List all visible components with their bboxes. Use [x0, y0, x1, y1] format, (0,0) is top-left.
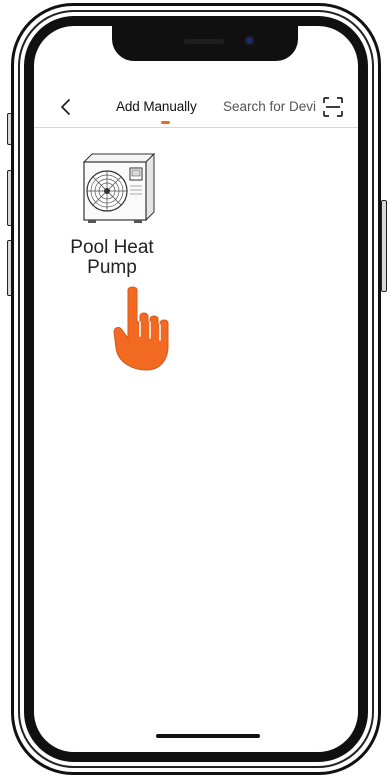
notch: [112, 26, 298, 61]
back-button[interactable]: [56, 97, 76, 117]
speaker-grille: [184, 39, 224, 44]
device-label: Pool Heat Pump: [70, 237, 154, 278]
phone-mockup: Add Manually Search for Devi Pool Heat P…: [0, 0, 390, 782]
device-item-pool-heat-pump[interactable]: Pool Heat Pump: [58, 148, 168, 298]
app-screen: Add Manually Search for Devi Pool Heat P…: [34, 26, 358, 752]
tab-search-for-devices[interactable]: Search for Devi: [223, 99, 327, 114]
power-button: [381, 200, 387, 292]
scan-button[interactable]: [322, 96, 344, 118]
phone-bezel: Add Manually Search for Devi Pool Heat P…: [24, 16, 368, 762]
scan-icon: [323, 97, 343, 117]
tab-add-manually[interactable]: Add Manually: [116, 99, 197, 114]
active-tab-indicator: [161, 121, 170, 124]
home-indicator[interactable]: [156, 734, 260, 738]
chevron-left-icon: [61, 99, 70, 115]
phone-frame: Add Manually Search for Devi Pool Heat P…: [11, 3, 381, 775]
hand-pointer-icon: [113, 286, 169, 371]
top-navigation-bar: Add Manually Search for Devi: [34, 86, 358, 126]
header-divider: [34, 127, 358, 128]
front-camera: [246, 37, 253, 44]
heat-pump-unit-icon: [82, 152, 156, 223]
